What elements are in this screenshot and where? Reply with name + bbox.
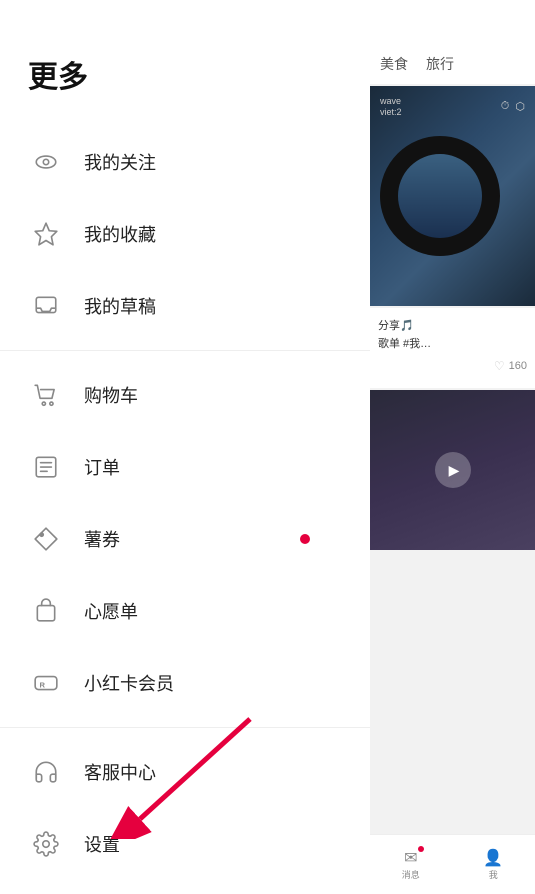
menu-list: 我的关注 我的收藏 我的草稿 购物车 [0, 126, 370, 880]
menu-label-follow: 我的关注 [84, 149, 156, 175]
menu-label-cart: 购物车 [84, 382, 138, 408]
star-icon [28, 216, 64, 252]
right-panel: 美食 旅行 wave viet:2 ⏱ ⬡ 分享🎵 歌单 #我… ♡ [370, 0, 535, 894]
menu-label-settings: 设置 [84, 831, 120, 857]
menu-item-cart[interactable]: 购物车 [0, 359, 370, 431]
right-card-video: ▶ [370, 390, 535, 550]
bottom-nav-profile[interactable]: 👤 我 [483, 848, 503, 881]
menu-item-support[interactable]: 客服中心 [0, 736, 370, 808]
vip-icon: R [28, 665, 64, 701]
menu-title: 更多 [0, 0, 370, 126]
card-wave-label: wave viet:2 [380, 96, 402, 118]
headset-icon [28, 754, 64, 790]
menu-item-follow[interactable]: 我的关注 [0, 126, 370, 198]
divider-1 [0, 350, 370, 351]
card-text-content: 分享🎵 歌单 #我… [378, 318, 527, 353]
share-icon: ⬡ [515, 100, 525, 113]
menu-label-support: 客服中心 [84, 759, 156, 785]
right-card-image: wave viet:2 ⏱ ⬡ [370, 86, 535, 306]
menu-item-settings[interactable]: 设置 [0, 808, 370, 880]
list-icon [28, 449, 64, 485]
timer-icon: ⏱ [501, 100, 510, 113]
inbox-icon [28, 288, 64, 324]
divider-2 [0, 727, 370, 728]
bottom-nav-profile-label: 我 [489, 868, 498, 881]
right-card-text: 分享🎵 歌单 #我… ♡ 160 [370, 308, 535, 388]
menu-item-vip[interactable]: R 小红卡会员 [0, 647, 370, 719]
tab-travel: 旅行 [426, 54, 454, 74]
right-bottom-nav: ✉ 消息 👤 我 [370, 834, 535, 894]
porthole-circle [380, 136, 500, 256]
bag-icon [28, 593, 64, 629]
tag-icon [28, 521, 64, 557]
menu-item-coupon[interactable]: 薯券 [0, 503, 370, 575]
profile-icon: 👤 [483, 848, 503, 868]
menu-label-vip: 小红卡会员 [84, 670, 174, 696]
card-action-icons: ⏱ ⬡ [501, 100, 525, 113]
cart-icon [28, 377, 64, 413]
message-notification-dot [418, 846, 424, 852]
menu-panel: 更多 我的关注 我的收藏 我的草稿 [0, 0, 370, 894]
play-button[interactable]: ▶ [435, 452, 471, 488]
card-top-bar: wave viet:2 ⏱ ⬡ [374, 92, 531, 122]
svg-text:R: R [40, 680, 46, 689]
tab-food: 美食 [380, 54, 408, 74]
menu-item-wishlist[interactable]: 心愿单 [0, 575, 370, 647]
card-like-area: ♡ 160 [378, 359, 527, 373]
heart-icon: ♡ [494, 359, 505, 373]
bottom-nav-messages-label: 消息 [402, 868, 420, 881]
right-tabs-bar: 美食 旅行 [370, 0, 535, 84]
menu-label-draft: 我的草稿 [84, 293, 156, 319]
bottom-nav-messages[interactable]: ✉ 消息 [402, 848, 420, 881]
menu-label-wishlist: 心愿单 [84, 598, 138, 624]
menu-label-coupon: 薯券 [84, 526, 120, 552]
message-icon: ✉ [404, 848, 417, 868]
menu-item-favorite[interactable]: 我的收藏 [0, 198, 370, 270]
menu-item-draft[interactable]: 我的草稿 [0, 270, 370, 342]
menu-label-order: 订单 [84, 454, 120, 480]
eye-icon [28, 144, 64, 180]
menu-item-order[interactable]: 订单 [0, 431, 370, 503]
card-image-bg: wave viet:2 ⏱ ⬡ [370, 86, 535, 306]
like-count: 160 [509, 360, 527, 372]
coupon-notification-dot [300, 534, 310, 544]
gear-icon [28, 826, 64, 862]
menu-label-favorite: 我的收藏 [84, 221, 156, 247]
